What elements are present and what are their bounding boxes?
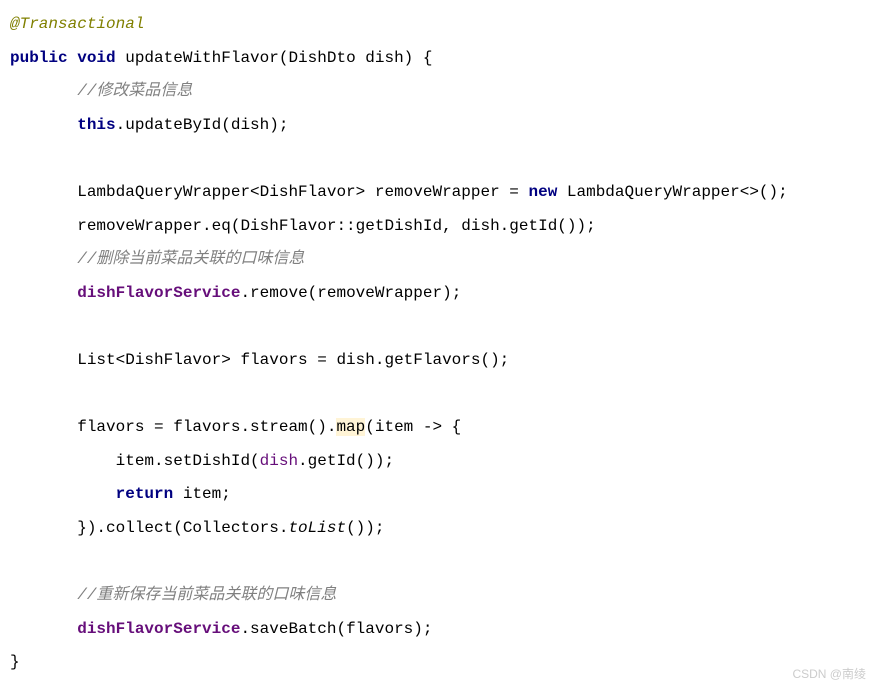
code-line-11: List<DishFlavor> flavors = dish.getFlavo… xyxy=(10,344,868,378)
code-line-8: //删除当前菜品关联的口味信息 xyxy=(10,243,868,277)
method-call: .remove(removeWrapper); xyxy=(240,284,461,302)
comment: //重新保存当前菜品关联的口味信息 xyxy=(77,586,336,604)
code-line-4: this.updateById(dish); xyxy=(10,109,868,143)
code-line-19: dishFlavorService.saveBatch(flavors); xyxy=(10,613,868,647)
code-line-2: public void updateWithFlavor(DishDto dis… xyxy=(10,42,868,76)
code-line-6: LambdaQueryWrapper<DishFlavor> removeWra… xyxy=(10,176,868,210)
highlighted-map: map xyxy=(336,418,365,436)
blank-line xyxy=(10,142,868,176)
param-ref: dish xyxy=(260,452,298,470)
annotation: @Transactional xyxy=(10,15,144,33)
keyword-void: void xyxy=(77,49,115,67)
code-line-9: dishFlavorService.remove(removeWrapper); xyxy=(10,277,868,311)
field-ref: dishFlavorService xyxy=(77,620,240,638)
code-line-3: //修改菜品信息 xyxy=(10,75,868,109)
comment: //删除当前菜品关联的口味信息 xyxy=(77,250,304,268)
code-line-16: }).collect(Collectors.toList()); xyxy=(10,512,868,546)
code-line-13: flavors = flavors.stream().map(item -> { xyxy=(10,411,868,445)
code-block: @Transactional public void updateWithFla… xyxy=(10,8,868,680)
method-call: .saveBatch(flavors); xyxy=(240,620,432,638)
method-call: .updateById(dish); xyxy=(116,116,289,134)
code-line-20: } xyxy=(10,646,868,680)
code-line-1: @Transactional xyxy=(10,8,868,42)
method-call: removeWrapper.eq(DishFlavor::getDishId, … xyxy=(10,217,596,235)
watermark: CSDN @南绫 xyxy=(792,667,866,681)
code-line-15: return item; xyxy=(10,478,868,512)
var-decl: List<DishFlavor> flavors = dish.getFlavo… xyxy=(10,351,509,369)
keyword-new: new xyxy=(528,183,557,201)
static-method: toList xyxy=(288,519,346,537)
code-line-18: //重新保存当前菜品关联的口味信息 xyxy=(10,579,868,613)
blank-line xyxy=(10,310,868,344)
comment: //修改菜品信息 xyxy=(77,82,192,100)
blank-line xyxy=(10,546,868,580)
code-line-7: removeWrapper.eq(DishFlavor::getDishId, … xyxy=(10,210,868,244)
field-ref: dishFlavorService xyxy=(77,284,240,302)
keyword-return: return xyxy=(116,485,174,503)
blank-line xyxy=(10,378,868,412)
keyword-public: public xyxy=(10,49,68,67)
var-decl: LambdaQueryWrapper<DishFlavor> removeWra… xyxy=(10,183,528,201)
closing-brace: } xyxy=(10,653,20,671)
method-signature: updateWithFlavor(DishDto dish) { xyxy=(116,49,433,67)
code-line-14: item.setDishId(dish.getId()); xyxy=(10,445,868,479)
keyword-this: this xyxy=(77,116,115,134)
